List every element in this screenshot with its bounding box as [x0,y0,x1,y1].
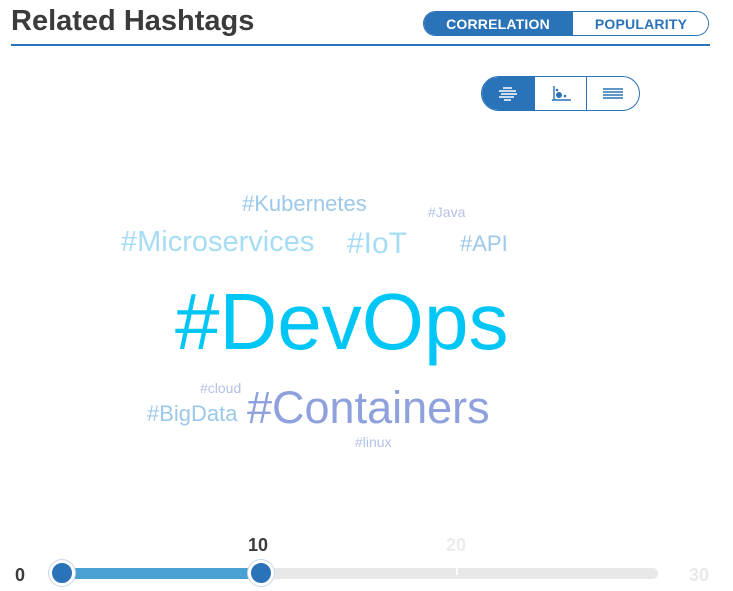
hashtag-cloud[interactable]: #cloud [200,381,241,395]
hashtag-linux[interactable]: #linux [355,435,392,449]
slider-min-label: 0 [15,565,26,585]
hashtag-java[interactable]: #Java [428,205,465,219]
slider-tick [456,568,458,575]
slider-value-label: 10 [248,535,269,555]
slider-range-fill [62,568,261,579]
hashtag-cloud: #Kubernetes #Java #Microservices #IoT #A… [0,0,733,500]
slider-max-handle[interactable] [247,560,274,586]
slider-max-label: 30 [689,565,710,585]
slider-min-handle[interactable] [49,560,75,586]
hashtag-microservices[interactable]: #Microservices [121,228,314,257]
hashtag-devops[interactable]: #DevOps [175,282,508,362]
hashtag-bigdata[interactable]: #BigData [147,403,238,425]
hashtag-api[interactable]: #API [460,233,508,255]
slider-tick-label: 20 [446,535,467,555]
hashtag-kubernetes[interactable]: #Kubernetes [242,193,367,215]
hashtag-containers[interactable]: #Containers [247,385,490,430]
hashtag-iot[interactable]: #IoT [347,229,407,259]
